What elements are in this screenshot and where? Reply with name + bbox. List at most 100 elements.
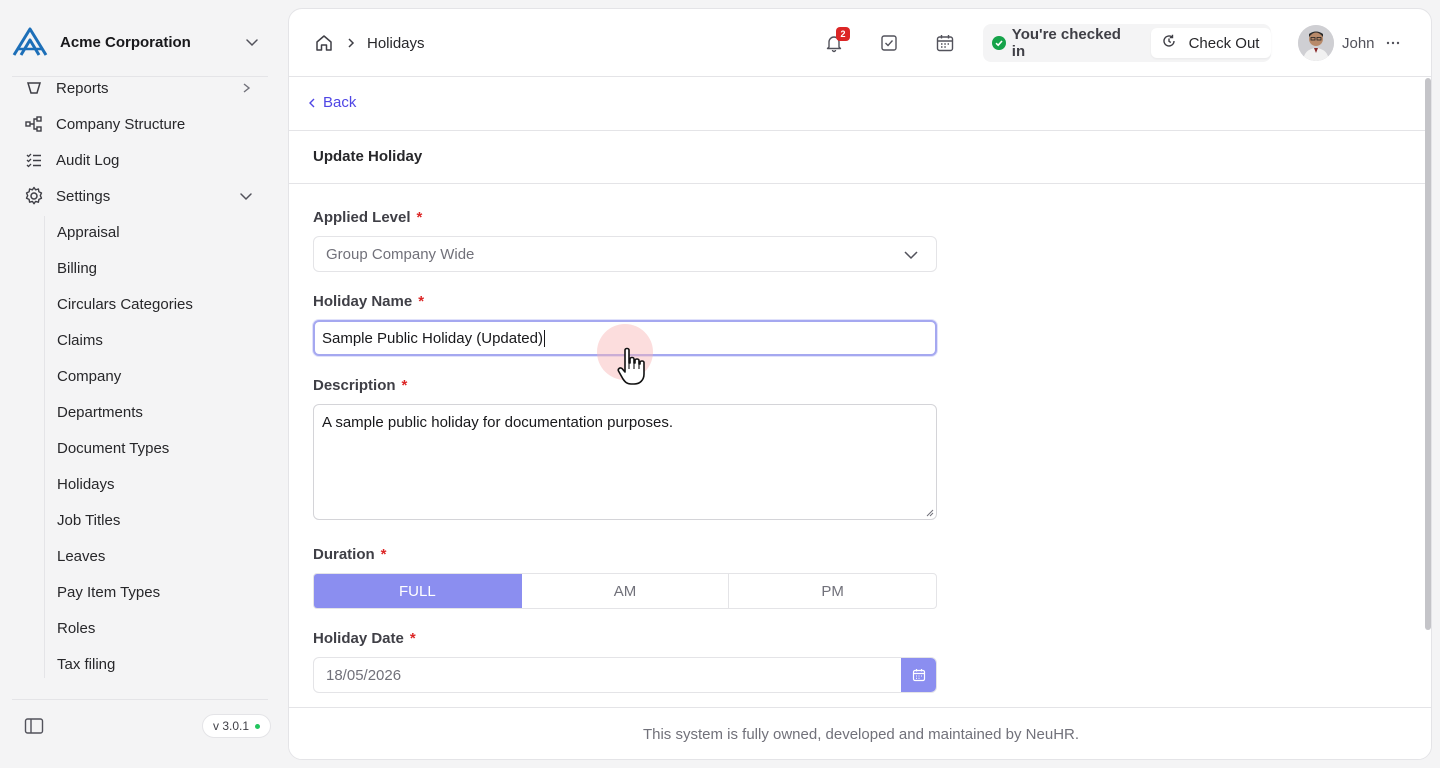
page-title: Update Holiday [313,148,423,165]
footer: This system is fully owned, developed an… [289,707,1431,759]
applied-level-label: Applied Level * [313,209,422,226]
sidebar-item-label: Reports [56,79,109,97]
divider [12,699,268,700]
sidebar-item-company-structure[interactable]: Company Structure [12,106,268,142]
main-panel: Holidays 2 You're checked in Check Out J… [288,8,1432,760]
holiday-date-label-text: Holiday Date [313,630,404,647]
sidebar-subitem-job-titles[interactable]: Job Titles [57,502,257,538]
holiday-date-label: Holiday Date * [313,630,416,647]
description-label-text: Description [313,377,396,394]
chevron-right-icon [236,78,256,98]
top-bar: Holidays 2 You're checked in Check Out J… [289,9,1431,77]
hierarchy-icon [22,112,46,136]
sidebar-subitem-pay-item-types[interactable]: Pay Item Types [57,574,257,610]
calendar-button[interactable] [933,31,957,55]
holiday-date-field: 18/05/2026 [313,657,937,693]
date-picker-button[interactable] [901,658,936,692]
holiday-name-label-text: Holiday Name [313,293,413,310]
clock-out-icon [1161,33,1177,53]
company-logo-icon [12,27,48,57]
task-check-icon [881,35,897,51]
gear-icon [22,184,46,208]
sidebar: Acme Corporation Reports Company Structu… [0,0,280,768]
sidebar-item-reports[interactable]: Reports [12,77,268,106]
breadcrumb: Holidays [313,31,425,55]
scrollbar[interactable] [1425,78,1431,630]
avatar [1298,25,1334,61]
calendar-icon [936,35,954,52]
checkin-status-label: You're checked in [1011,26,1121,60]
checklist-icon [22,148,46,172]
holiday-date-input[interactable]: 18/05/2026 [314,658,901,692]
duration-option-am[interactable]: AM [522,574,730,608]
sidebar-subitem-appraisal[interactable]: Appraisal [57,214,257,250]
required-mark: * [418,293,425,310]
back-bar: Back [289,78,1425,131]
duration-label: Duration * [313,546,387,563]
attendance-widget: You're checked in Check Out [983,24,1271,62]
description-textarea[interactable]: A sample public holiday for documentatio… [313,404,937,520]
reports-icon [22,77,46,100]
check-out-button[interactable]: Check Out [1150,28,1271,58]
holiday-name-label: Holiday Name * [313,293,424,310]
hand-pointer-icon [617,347,645,385]
required-mark: * [416,209,423,226]
version-label: v 3.0.1 [213,719,250,733]
chevron-left-icon [309,98,315,107]
sidebar-subitem-holidays[interactable]: Holidays [57,466,257,502]
tasks-button[interactable] [877,31,901,55]
check-circle-icon [992,36,1006,50]
required-mark: * [409,630,416,647]
sidebar-subitem-document-types[interactable]: Document Types [57,430,257,466]
organization-name: Acme Corporation [60,33,191,51]
sidebar-subitem-billing[interactable]: Billing [57,250,257,286]
sidebar-subitem-leaves[interactable]: Leaves [57,538,257,574]
check-out-label: Check Out [1188,34,1260,52]
description-value: A sample public holiday for documentatio… [322,414,674,431]
sidebar-subitem-company[interactable]: Company [57,358,257,394]
breadcrumb-current: Holidays [367,34,425,52]
user-menu[interactable]: John [1298,25,1401,61]
sidebar-subitem-tax-filing[interactable]: Tax filing [57,646,257,682]
description-label: Description * [313,377,407,394]
notification-count-badge: 2 [836,27,850,41]
sidebar-toggle-icon[interactable] [22,714,46,738]
sidebar-item-label: Audit Log [56,151,120,169]
notifications-button[interactable]: 2 [822,27,850,55]
footer-text: This system is fully owned, developed an… [642,726,1080,743]
applied-level-value: Group Company Wide [326,245,475,263]
applied-level-select[interactable]: Group Company Wide [313,236,937,272]
form-header: Update Holiday [289,131,1425,184]
checkin-status: You're checked in [992,26,1137,60]
more-horizontal-icon[interactable] [1385,35,1401,51]
sidebar-subitem-roles[interactable]: Roles [57,610,257,646]
chevron-down-icon[interactable] [242,32,262,52]
version-badge: v 3.0.1 [202,714,272,738]
submenu-guide-line [44,216,45,678]
back-label: Back [323,94,357,111]
sidebar-item-label: Settings [56,187,111,205]
chevron-right-icon [343,35,359,51]
holiday-name-value: Sample Public Holiday (Updated) [322,329,543,347]
resize-grip-icon[interactable] [924,507,934,517]
duration-option-pm[interactable]: PM [729,574,936,608]
user-name: John [1342,34,1375,52]
status-dot-icon [255,723,261,729]
back-link[interactable]: Back [307,94,356,111]
sidebar-item-settings[interactable]: Settings [12,178,268,214]
sidebar-item-label: Company Structure [56,115,186,133]
required-mark: * [401,377,408,394]
sidebar-nav: Reports Company Structure Audit Log Sett… [12,77,268,699]
chevron-down-icon [902,246,920,264]
required-mark: * [380,546,387,563]
organization-switcher[interactable]: Acme Corporation [12,22,268,62]
sidebar-subitem-claims[interactable]: Claims [57,322,257,358]
home-icon[interactable] [313,32,335,54]
duration-selector: FULL AM PM [313,573,937,609]
applied-level-label-text: Applied Level [313,209,411,226]
sidebar-item-audit-log[interactable]: Audit Log [12,142,268,178]
sidebar-subitem-departments[interactable]: Departments [57,394,257,430]
duration-option-full[interactable]: FULL [314,574,522,608]
sidebar-subitem-circulars-categories[interactable]: Circulars Categories [57,286,257,322]
text-caret [543,329,545,347]
